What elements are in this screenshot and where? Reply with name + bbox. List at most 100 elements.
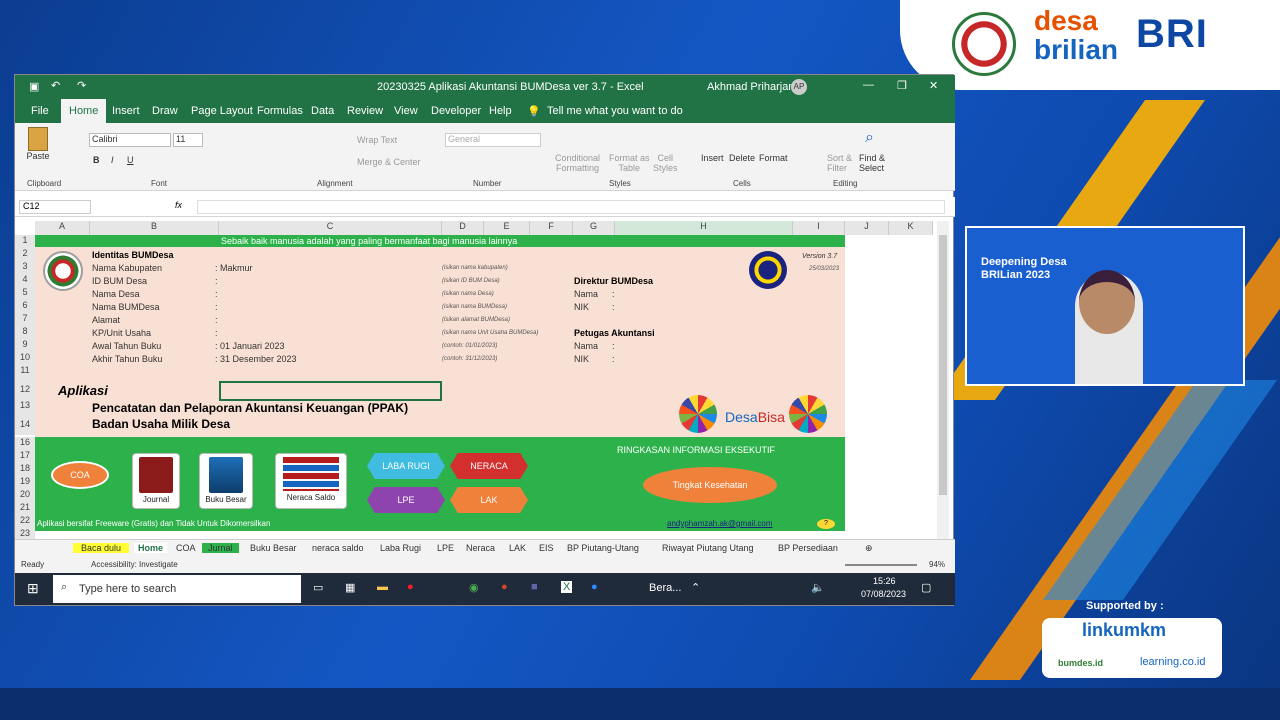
- accessibility-status[interactable]: Accessibility: Investigate: [91, 560, 178, 569]
- field-value[interactable]: :: [215, 315, 218, 325]
- sheet-tab-eis[interactable]: EIS: [539, 543, 554, 553]
- tab-file[interactable]: File: [31, 105, 49, 117]
- bera-task[interactable]: Bera...: [649, 582, 681, 594]
- opera-icon[interactable]: ●: [407, 581, 414, 593]
- zoom-slider[interactable]: [845, 564, 917, 566]
- number-format-select[interactable]: General: [445, 133, 541, 147]
- row-header[interactable]: 4: [15, 274, 35, 287]
- tab-insert[interactable]: Insert: [112, 105, 140, 117]
- field-value[interactable]: : Makmur: [215, 263, 253, 273]
- column-header[interactable]: A: [35, 221, 90, 235]
- clock-time[interactable]: 15:26: [873, 576, 896, 586]
- field-value[interactable]: : 31 Desember 2023: [215, 354, 297, 364]
- row-header[interactable]: 7: [15, 313, 35, 326]
- tab-data[interactable]: Data: [311, 105, 334, 117]
- sheet-tab-bp-piutang-utang[interactable]: BP Piutang-Utang: [567, 543, 639, 553]
- tab-view[interactable]: View: [394, 105, 418, 117]
- row-header[interactable]: 10: [15, 352, 35, 365]
- column-header[interactable]: C: [219, 221, 442, 235]
- scroll-thumb[interactable]: [939, 235, 947, 495]
- sheet-tab-lak[interactable]: LAK: [509, 543, 526, 553]
- save-icon[interactable]: ▣: [29, 80, 39, 93]
- row-header[interactable]: 3: [15, 261, 35, 274]
- conditional-formatting-button[interactable]: Conditional Formatting: [555, 153, 600, 173]
- row-header[interactable]: 9: [15, 339, 35, 352]
- tab-review[interactable]: Review: [347, 105, 383, 117]
- avatar[interactable]: AP: [791, 79, 807, 95]
- name-box[interactable]: C12: [19, 200, 91, 214]
- row-header[interactable]: 12: [15, 378, 35, 400]
- excel-icon[interactable]: X: [561, 581, 573, 593]
- add-sheet-icon[interactable]: ⊕: [865, 543, 873, 554]
- tab-formulas[interactable]: Formulas: [257, 105, 303, 117]
- column-header[interactable]: E: [484, 221, 530, 235]
- field-value[interactable]: :: [215, 302, 218, 312]
- tell-me-search[interactable]: Tell me what you want to do: [547, 105, 683, 117]
- tray-chevron-icon[interactable]: ⌃: [691, 581, 700, 594]
- underline-button[interactable]: U: [127, 155, 134, 165]
- tab-help[interactable]: Help: [489, 105, 512, 117]
- lpe-button[interactable]: LPE: [367, 487, 445, 513]
- neraca-button[interactable]: NERACA: [450, 453, 528, 479]
- bold-button[interactable]: B: [93, 155, 100, 165]
- format-as-table-button[interactable]: Format as Table: [609, 153, 650, 173]
- row-header[interactable]: 1: [15, 235, 35, 248]
- tab-home[interactable]: Home: [61, 99, 107, 123]
- tingkat-kesehatan-button[interactable]: Tingkat Kesehatan: [643, 467, 777, 503]
- folder-icon[interactable]: ▬: [377, 581, 388, 593]
- help-icon[interactable]: ?: [817, 519, 835, 529]
- row-header[interactable]: 8: [15, 326, 35, 339]
- row-header[interactable]: 11: [15, 365, 35, 378]
- sheet-tab-home[interactable]: Home: [134, 543, 168, 553]
- email-link[interactable]: andyphamzah.ak@gmail.com: [667, 519, 773, 528]
- column-header[interactable]: I: [793, 221, 845, 235]
- column-header[interactable]: D: [442, 221, 484, 235]
- tab-developer[interactable]: Developer: [431, 105, 481, 117]
- powerpoint-icon[interactable]: ●: [501, 581, 508, 593]
- vertical-scrollbar[interactable]: [937, 221, 949, 539]
- column-header[interactable]: F: [530, 221, 573, 235]
- neraca-saldo-button[interactable]: Neraca Saldo: [275, 453, 347, 509]
- windows-start-icon[interactable]: ⊞: [27, 580, 39, 597]
- undo-icon[interactable]: ↶: [51, 79, 60, 92]
- row-header[interactable]: 22: [15, 515, 35, 528]
- laba-rugi-button[interactable]: LABA RUGI: [367, 453, 445, 479]
- function-icon[interactable]: fx: [175, 200, 182, 210]
- redo-icon[interactable]: ↷: [77, 79, 86, 92]
- tab-page-layout[interactable]: Page Layout: [191, 105, 253, 117]
- row-header[interactable]: 14: [15, 413, 35, 435]
- field-value[interactable]: : 01 Januari 2023: [215, 341, 285, 351]
- chrome-icon[interactable]: ◉: [469, 581, 479, 594]
- column-header[interactable]: B: [90, 221, 219, 235]
- sheet-tab-coa[interactable]: COA: [176, 543, 196, 553]
- speaker-icon[interactable]: 🔈: [811, 581, 825, 594]
- sheet-tab-neraca[interactable]: Neraca: [466, 543, 495, 553]
- wrap-text-button[interactable]: Wrap Text: [357, 135, 397, 145]
- cell-styles-button[interactable]: Cell Styles: [653, 153, 678, 173]
- teams-icon[interactable]: ■: [531, 581, 538, 593]
- row-header[interactable]: 17: [15, 450, 35, 463]
- field-value[interactable]: :: [215, 328, 218, 338]
- delete-cells-button[interactable]: Delete: [729, 153, 755, 163]
- column-header[interactable]: G: [573, 221, 615, 235]
- row-header[interactable]: 20: [15, 489, 35, 502]
- paste-button[interactable]: Paste: [23, 127, 53, 161]
- italic-button[interactable]: I: [111, 155, 114, 165]
- row-header[interactable]: 18: [15, 463, 35, 476]
- journal-button[interactable]: Journal: [132, 453, 180, 509]
- sheet-tab-laba-rugi[interactable]: Laba Rugi: [380, 543, 421, 553]
- insert-cells-button[interactable]: Insert: [701, 153, 724, 163]
- selected-cell-c12[interactable]: [219, 381, 442, 401]
- taskbar-search[interactable]: ⌕ Type here to search: [53, 575, 301, 603]
- notification-icon[interactable]: ▢: [921, 581, 931, 594]
- sheet-tab-jurnal[interactable]: Jurnal: [202, 543, 239, 553]
- sheet-tab-riwayat-piutang-utang[interactable]: Riwayat Piutang Utang: [662, 543, 754, 553]
- row-header[interactable]: 6: [15, 300, 35, 313]
- tab-draw[interactable]: Draw: [152, 105, 178, 117]
- font-size-select[interactable]: 11: [173, 133, 203, 147]
- row-header[interactable]: 2: [15, 248, 35, 261]
- column-header[interactable]: H: [615, 221, 793, 235]
- column-header[interactable]: K: [889, 221, 933, 235]
- minimize-icon[interactable]: —: [863, 79, 874, 91]
- row-header[interactable]: 21: [15, 502, 35, 515]
